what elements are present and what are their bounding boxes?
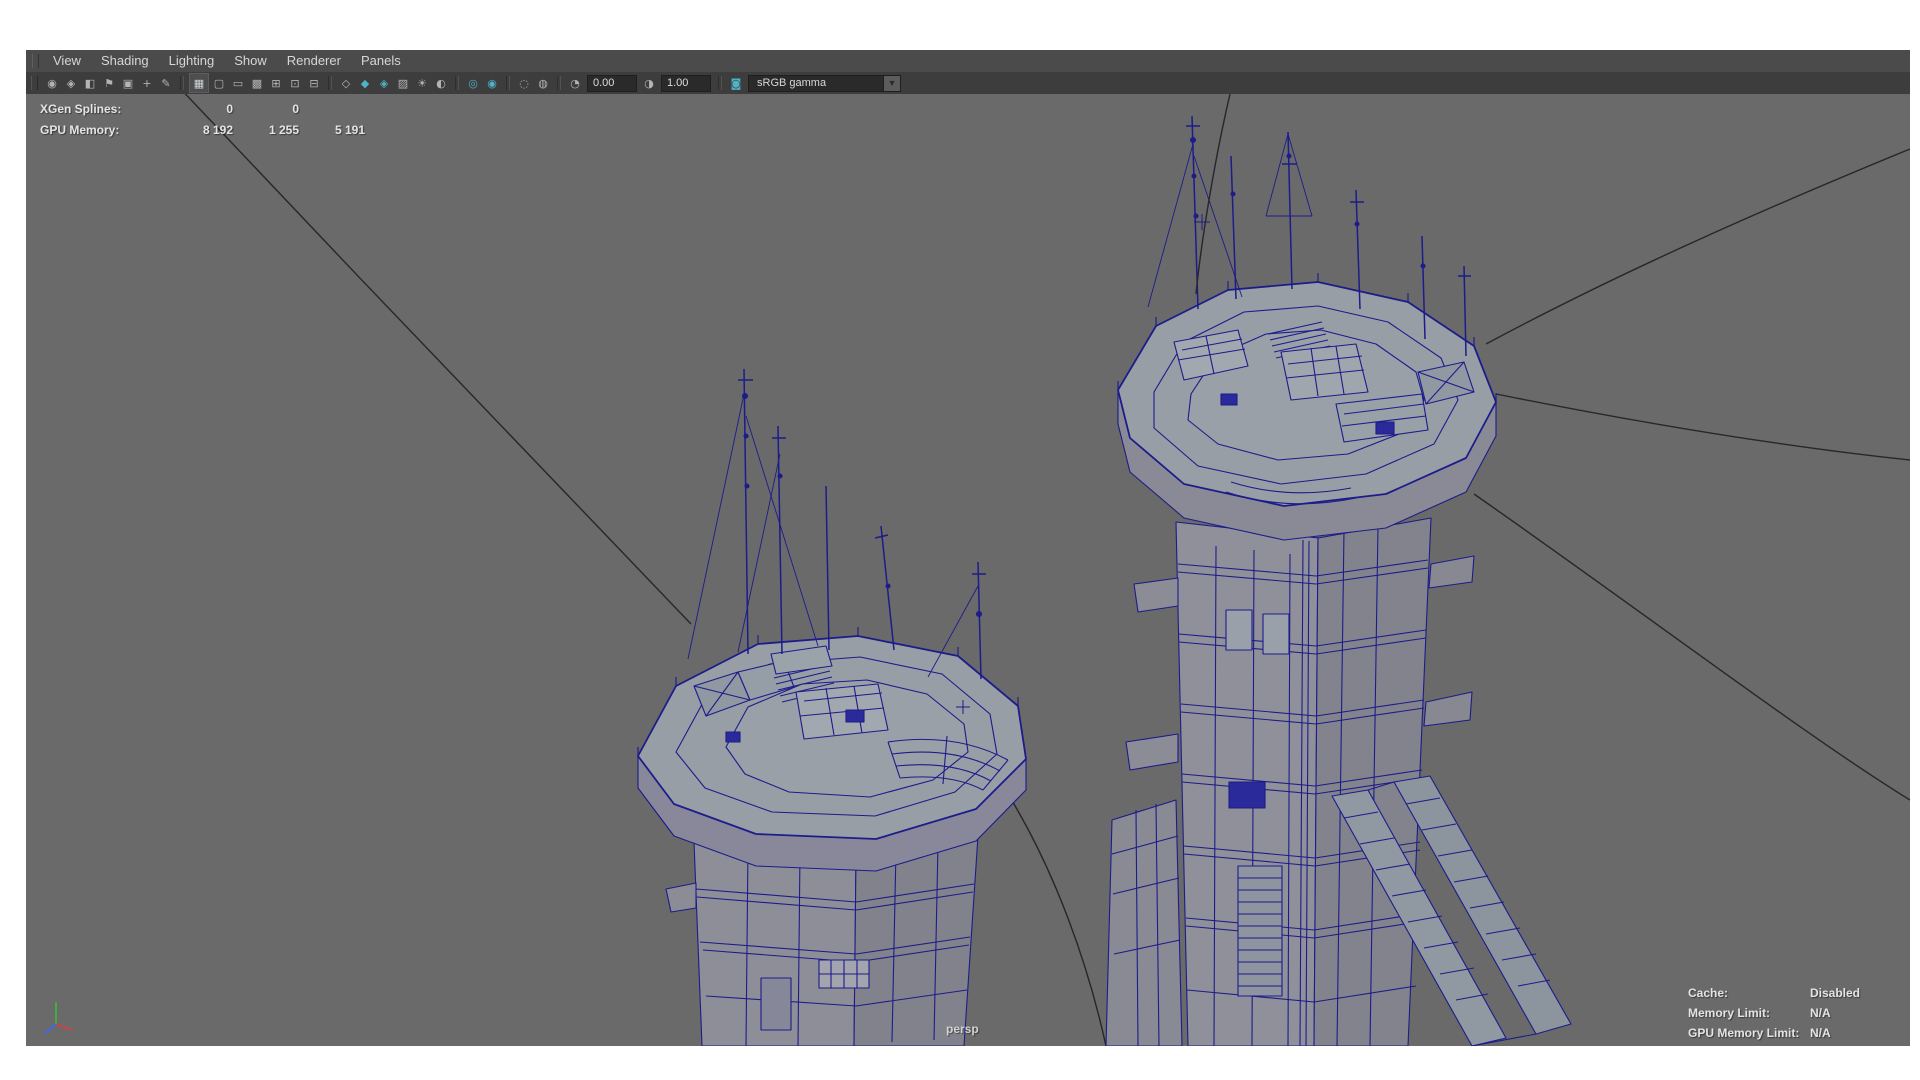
tower-left-wireframe[interactable] [638,369,1026,1046]
panel-menu-bar: View Shading Lighting Show Renderer Pane… [26,50,1910,72]
hud-xgen-value-2: 0 [233,102,299,116]
shaded-icon[interactable]: ◆ [356,74,374,92]
hud-xgen-value-1: 0 [178,102,233,116]
bookmark-icon[interactable]: ⚑ [100,74,118,92]
color-management-icon[interactable]: ◙ [727,74,745,92]
hud-gpu-memory-label: GPU Memory: [40,123,178,137]
hud-gpu-memory-value-3: 5 191 [299,123,365,137]
tower-right-wireframe[interactable] [1106,116,1571,1046]
toolbar-grip-handle[interactable] [31,76,38,90]
hud-gpu-memory-value-1: 8 192 [178,123,233,137]
camera-lock-icon[interactable]: ◈ [62,74,80,92]
textured-icon[interactable]: ◈ [375,74,393,92]
camera-attributes-icon[interactable]: ◧ [81,74,99,92]
camera-name-label: persp [946,1022,979,1036]
gamma-icon[interactable]: ◑ [640,74,658,92]
axis-orientation-gizmo [34,988,86,1040]
hud-memory-limit-label: Memory Limit: [1688,1006,1810,1020]
hud-gpu-memory-value-2: 1 255 [233,123,299,137]
hud-cache-value: Disabled [1810,986,1860,1000]
exposure-icon[interactable]: ◔ [566,74,584,92]
axis-x-line [56,1024,72,1030]
gate-mask-icon[interactable]: ▩ [248,74,266,92]
chevron-down-icon[interactable]: ▼ [883,76,900,91]
hud-gpu-memory-limit-value: N/A [1810,1026,1860,1040]
image-plane-icon[interactable]: ▣ [119,74,137,92]
isolate-select-icon[interactable]: ◌ [515,74,533,92]
view-transform-select[interactable]: sRGB gamma ▼ [748,75,901,92]
viewport-3d[interactable]: XGen Splines: 0 0 GPU Memory: 8 192 1 25… [26,94,1910,1046]
panel-toolbar: ◉ ◈ ◧ ⚑ ▣ + ✎ ▦ ▢ ▭ ▩ ⊞ ⊡ ⊟ ◇ ◆ ◈ ▨ ☀ ◐ … [26,72,1910,94]
resolution-gate-icon[interactable]: ▭ [229,74,247,92]
axis-z-line [44,1024,56,1034]
field-chart-icon[interactable]: ⊞ [267,74,285,92]
menu-grip-handle[interactable] [32,54,39,68]
menu-shading[interactable]: Shading [91,50,159,72]
exposure-field[interactable]: 0.00 [587,75,637,92]
annotate-pencil-icon[interactable]: ✎ [157,74,175,92]
hud-gpu-memory-limit-label: GPU Memory Limit: [1688,1026,1810,1040]
menu-view[interactable]: View [43,50,91,72]
wireframe-scene [26,94,1910,1046]
xray-icon[interactable]: ◍ [534,74,552,92]
film-gate-icon[interactable]: ▢ [210,74,228,92]
camera-select-icon[interactable]: ◉ [43,74,61,92]
grid-icon[interactable]: ▦ [189,73,209,93]
hud-bottom-right: Cache: Disabled Memory Limit: N/A GPU Me… [1688,983,1860,1043]
menu-show[interactable]: Show [224,50,277,72]
maya-viewport-panel: View Shading Lighting Show Renderer Pane… [26,50,1910,1046]
motion-blur-icon[interactable]: ◉ [483,74,501,92]
toolbar-separator [328,76,332,90]
menu-renderer[interactable]: Renderer [277,50,351,72]
hud-xgen-label: XGen Splines: [40,102,178,116]
toolbar-separator [506,76,510,90]
safe-action-icon[interactable]: ⊡ [286,74,304,92]
hud-memory-limit-value: N/A [1810,1006,1860,1020]
checker-icon[interactable]: ▨ [394,74,412,92]
toolbar-separator [180,76,184,90]
gamma-field[interactable]: 1.00 [661,75,711,92]
toolbar-separator [557,76,561,90]
occlusion-icon[interactable]: ◎ [464,74,482,92]
use-all-lights-icon[interactable]: ☀ [413,74,431,92]
pan-zoom-icon[interactable]: + [138,74,156,92]
hud-top-left: XGen Splines: 0 0 GPU Memory: 8 192 1 25… [40,98,365,140]
view-transform-value: sRGB gamma [749,77,883,89]
toolbar-separator [455,76,459,90]
safe-title-icon[interactable]: ⊟ [305,74,323,92]
hud-cache-label: Cache: [1688,986,1810,1000]
wireframe-icon[interactable]: ◇ [337,74,355,92]
shadows-icon[interactable]: ◐ [432,74,450,92]
menu-lighting[interactable]: Lighting [159,50,225,72]
toolbar-separator [718,76,722,90]
menu-panels[interactable]: Panels [351,50,411,72]
